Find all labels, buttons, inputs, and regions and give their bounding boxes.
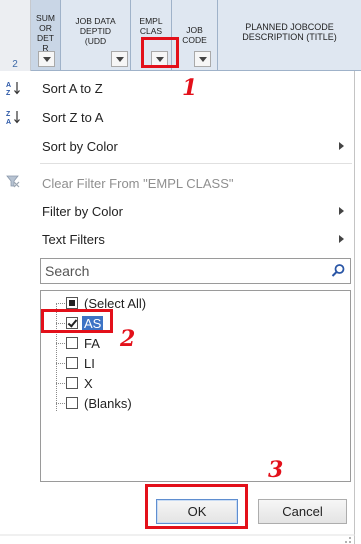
svg-text:A: A: [6, 82, 11, 89]
resize-grip[interactable]: [0, 532, 355, 544]
column-header-planned-jobcode[interactable]: PLANNED JOBCODE DESCRIPTION (TITLE): [218, 0, 361, 71]
tree-connector: [56, 343, 65, 344]
annotation-step-number: 2: [120, 326, 136, 352]
filter-by-color-item[interactable]: Filter by Color: [0, 199, 352, 223]
tree-connector: [56, 403, 65, 404]
annotation-highlight-ok-button: [145, 484, 248, 529]
sort-by-color-item[interactable]: Sort by Color: [0, 134, 352, 158]
text-filters-label: Text Filters: [42, 232, 105, 247]
chevron-down-icon: [43, 57, 51, 62]
list-item-blanks[interactable]: (Blanks): [41, 395, 301, 412]
list-item-x[interactable]: X: [41, 375, 301, 392]
svg-text:A: A: [6, 119, 11, 125]
submenu-arrow-icon: [339, 142, 344, 150]
filter-by-color-label: Filter by Color: [42, 204, 123, 219]
tree-connector: [56, 383, 65, 384]
clear-filter-icon: [6, 174, 20, 188]
annotation-step-number: 1: [182, 75, 198, 101]
annotation-highlight-filter-button: [141, 37, 179, 68]
svg-text:Z: Z: [6, 111, 11, 118]
sort-z-to-a-label: Sort Z to A: [42, 110, 104, 125]
blanks-checkbox[interactable]: [66, 397, 78, 409]
submenu-arrow-icon: [339, 207, 344, 215]
sheet-header: 2 SUM OR DET R JOB DATA DEPTID (UDD EMPL…: [0, 0, 361, 71]
list-item-label: FA: [84, 336, 100, 351]
list-item-fa[interactable]: FA: [41, 335, 301, 352]
clear-filter-label: Clear Filter From "EMPL CLASS": [42, 176, 234, 191]
submenu-arrow-icon: [339, 235, 344, 243]
sort-by-color-label: Sort by Color: [42, 139, 118, 154]
tree-connector: [56, 303, 65, 304]
column-header-label: SUM OR DET R: [36, 13, 55, 53]
chevron-down-icon: [199, 57, 207, 62]
chevron-down-icon: [116, 57, 124, 62]
select-all-checkbox[interactable]: [66, 297, 78, 309]
menu-divider: [40, 163, 352, 164]
column-header-label: EMPL CLAS: [139, 16, 163, 36]
filter-dropdown-button[interactable]: [38, 51, 55, 67]
text-filters-item[interactable]: Text Filters: [0, 227, 352, 251]
annotation-highlight-as-item: [41, 309, 113, 333]
search-box[interactable]: [40, 258, 351, 284]
x-checkbox[interactable]: [66, 377, 78, 389]
sort-z-to-a-item[interactable]: Z A Sort Z to A: [0, 105, 352, 129]
sort-a-to-z-label: Sort A to Z: [42, 81, 103, 96]
tree-connector: [56, 363, 65, 364]
filter-dropdown-button[interactable]: [194, 51, 211, 67]
filter-dropdown-button[interactable]: [111, 51, 128, 67]
list-item-label: X: [84, 376, 93, 391]
column-header-sum-or-det[interactable]: SUM OR DET R: [31, 0, 61, 71]
sort-a-to-z-item[interactable]: A Z Sort A to Z: [0, 76, 352, 100]
row-number[interactable]: 2: [0, 59, 30, 70]
column-header-job-data-deptid[interactable]: JOB DATA DEPTID (UDD: [61, 0, 131, 71]
column-header-label: JOB CODE: [182, 25, 207, 45]
column-header-label: JOB DATA DEPTID (UDD: [75, 16, 116, 46]
search-input[interactable]: [41, 259, 325, 283]
annotation-step-number: 3: [268, 457, 284, 483]
fa-checkbox[interactable]: [66, 337, 78, 349]
li-checkbox[interactable]: [66, 357, 78, 369]
list-item-label: LI: [84, 356, 95, 371]
list-item-li[interactable]: LI: [41, 355, 301, 372]
column-header-label: PLANNED JOBCODE DESCRIPTION (TITLE): [242, 22, 337, 42]
row-header-gutter: 2: [0, 0, 31, 71]
autofilter-dropdown-panel: A Z Sort A to Z Z A Sort Z to A Sort by …: [0, 71, 355, 544]
list-item-label: (Blanks): [84, 396, 132, 411]
magnifier-icon[interactable]: [330, 263, 346, 279]
svg-text:Z: Z: [6, 90, 11, 96]
sort-ascending-icon: A Z: [6, 80, 22, 97]
clear-filter-item: Clear Filter From "EMPL CLASS": [0, 171, 352, 195]
sort-descending-icon: Z A: [6, 109, 22, 126]
cancel-button[interactable]: Cancel: [258, 499, 347, 524]
